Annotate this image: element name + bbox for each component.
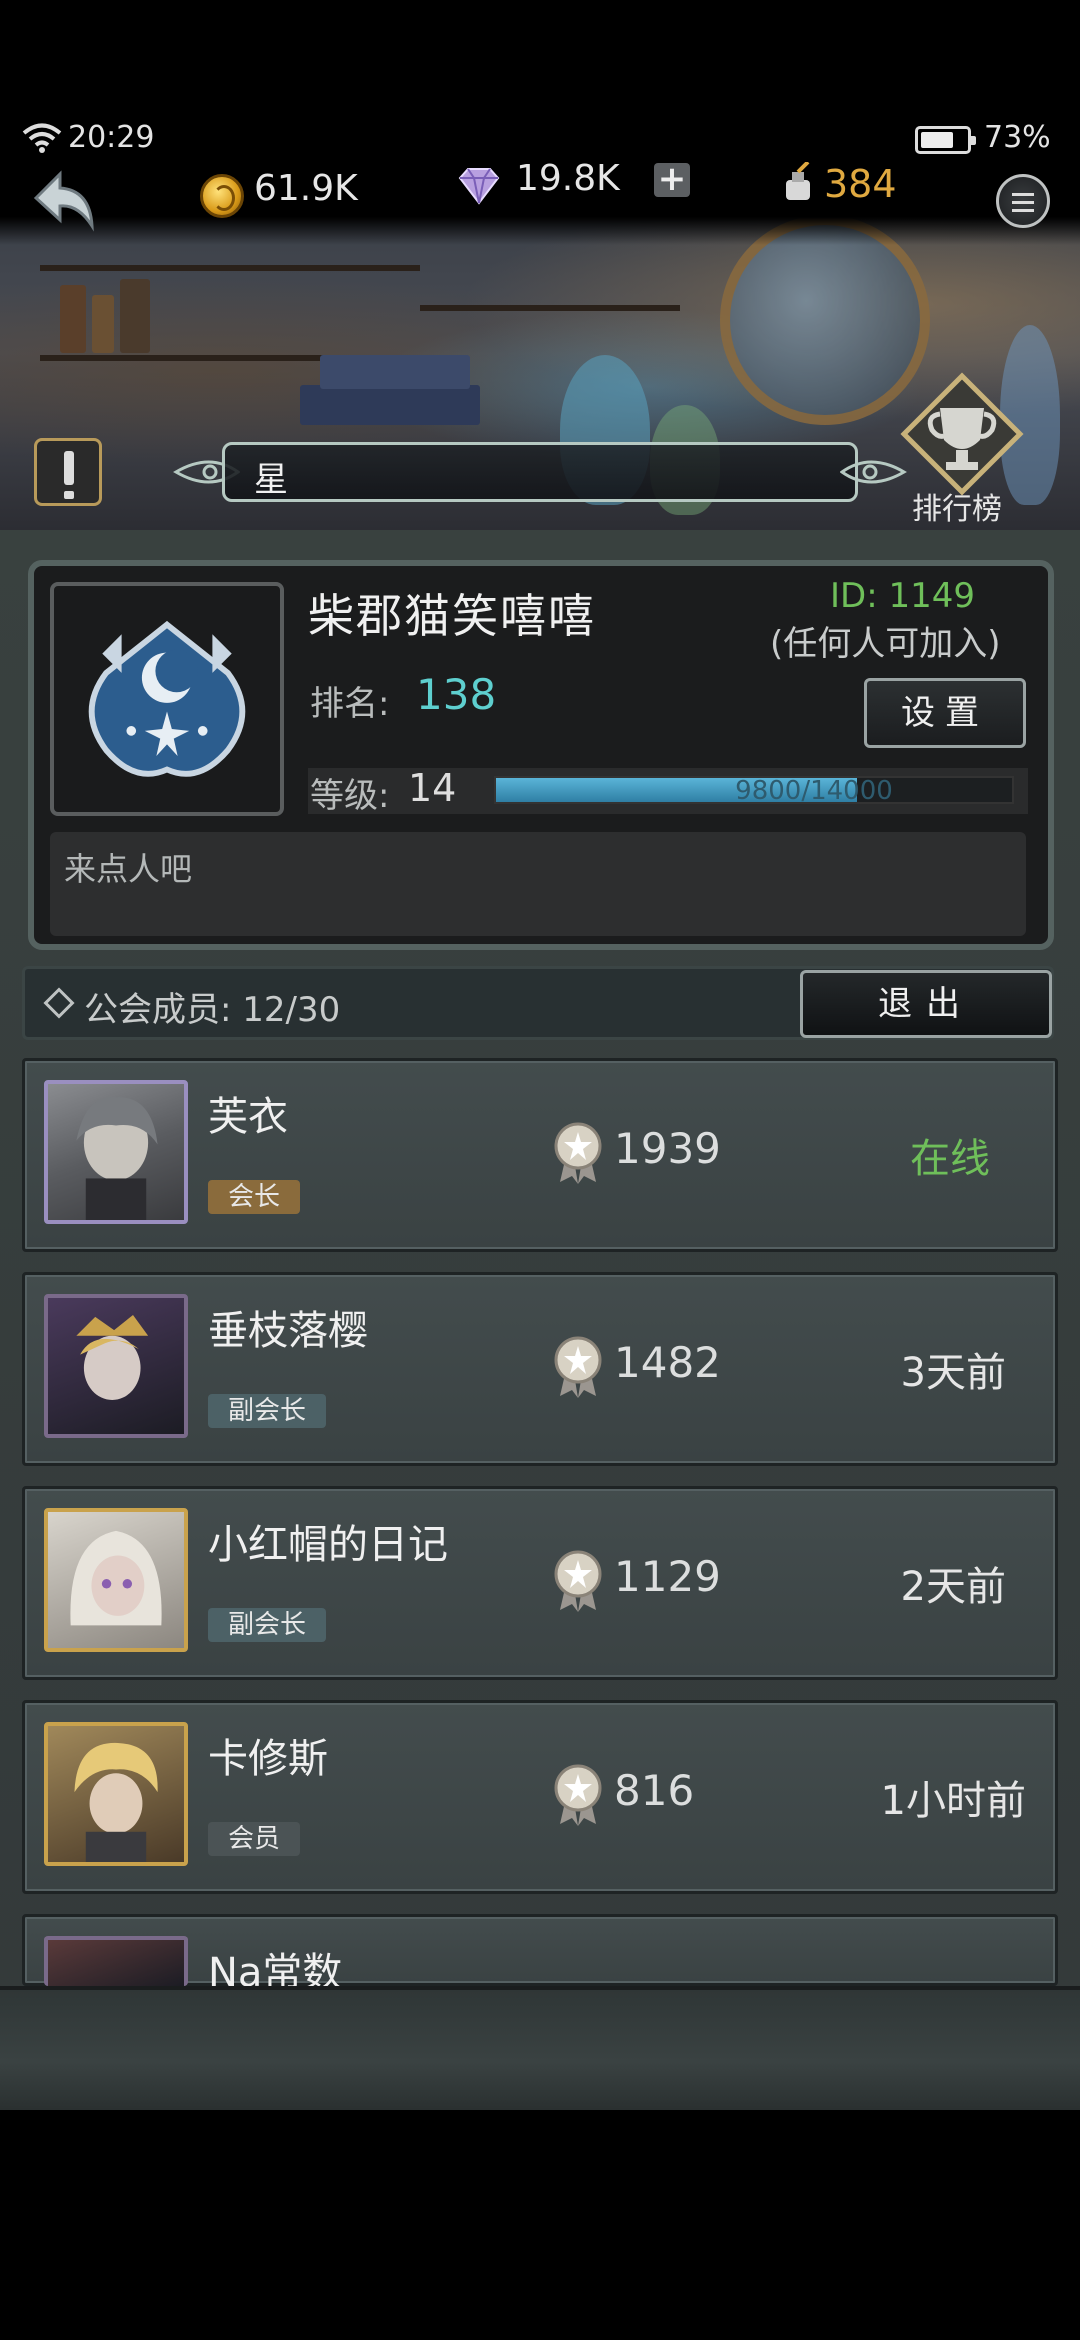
- guild-announcement-text: 来点人吧: [64, 850, 193, 888]
- menu-icon[interactable]: [996, 174, 1050, 228]
- member-name: 垂枝落樱: [208, 1308, 368, 1354]
- member-score: 1129: [614, 1552, 721, 1601]
- guild-short-name: 星: [254, 460, 288, 500]
- exit-guild-button[interactable]: 退出: [800, 970, 1052, 1038]
- guild-join-policy: (任何人可加入): [770, 624, 1001, 664]
- role-badge: 副会长: [208, 1608, 327, 1642]
- member-name: 小红帽的日记: [208, 1522, 448, 1568]
- back-arrow-icon[interactable]: [30, 168, 100, 234]
- settings-button[interactable]: 设置: [864, 678, 1026, 748]
- add-gems-button[interactable]: +: [654, 162, 690, 197]
- gold-coin-icon: [200, 174, 244, 218]
- member-avatar: [44, 1722, 188, 1866]
- member-name: Na常数: [208, 1950, 343, 1986]
- member-avatar: [44, 1508, 188, 1652]
- diamond-gem-icon: [458, 168, 500, 205]
- notice-alert-icon[interactable]: [34, 438, 102, 506]
- xp-progress-bar: 9800/14000: [494, 776, 1014, 806]
- member-avatar: [44, 1080, 188, 1224]
- guild-name: 柴郡猫笑嘻嘻: [308, 589, 596, 643]
- battery-percent: 73%: [984, 120, 1051, 155]
- moon-crest-icon: [88, 620, 246, 777]
- guild-id: ID: 1149: [830, 576, 975, 616]
- guild-level-label: 等级:: [310, 776, 390, 816]
- ink-bottle-icon: [786, 162, 810, 200]
- member-score: 1482: [614, 1338, 721, 1387]
- member-status: 在线: [910, 1136, 990, 1182]
- battery-icon: [915, 126, 976, 154]
- gem-amount: 19.8K: [516, 158, 620, 199]
- guild-level-value: 14: [408, 766, 457, 810]
- role-badge: 副会长: [208, 1394, 327, 1428]
- guild-name-plate: 星: [170, 438, 910, 506]
- bottom-frame: [0, 1986, 1080, 2110]
- status-time: 20:29: [68, 120, 155, 155]
- guild-emblem: [50, 582, 284, 816]
- member-status: 2天前: [900, 1564, 1006, 1610]
- xp-progress-text: 9800/14000: [735, 776, 893, 806]
- medal-icon: [554, 1550, 602, 1612]
- medal-icon: [554, 1122, 602, 1184]
- member-status: 1小时前: [880, 1778, 1026, 1824]
- member-score: 816: [614, 1766, 695, 1815]
- member-avatar: [44, 1936, 188, 1986]
- members-count: 公会成员: 12/30: [84, 990, 341, 1030]
- guild-rank-label: 排名:: [310, 684, 390, 724]
- member-score: 1939: [614, 1124, 721, 1173]
- member-name: 芙衣: [208, 1094, 288, 1140]
- ranking-label[interactable]: 排行榜: [912, 484, 1002, 528]
- gold-amount: 61.9K: [254, 168, 358, 209]
- guild-rank-value: 138: [416, 670, 497, 719]
- member-avatar: [44, 1294, 188, 1438]
- member-name: 卡修斯: [208, 1736, 328, 1782]
- member-status: 3天前: [900, 1350, 1006, 1396]
- role-badge: 会员: [208, 1822, 301, 1856]
- medal-icon: [554, 1764, 602, 1826]
- ink-amount: 384: [824, 162, 897, 206]
- wifi-icon: [22, 123, 62, 153]
- role-badge: 会长: [208, 1180, 301, 1214]
- guild-announcement-box[interactable]: [50, 832, 1026, 936]
- medal-icon: [554, 1336, 602, 1398]
- bottom-padding: [0, 2110, 1080, 2340]
